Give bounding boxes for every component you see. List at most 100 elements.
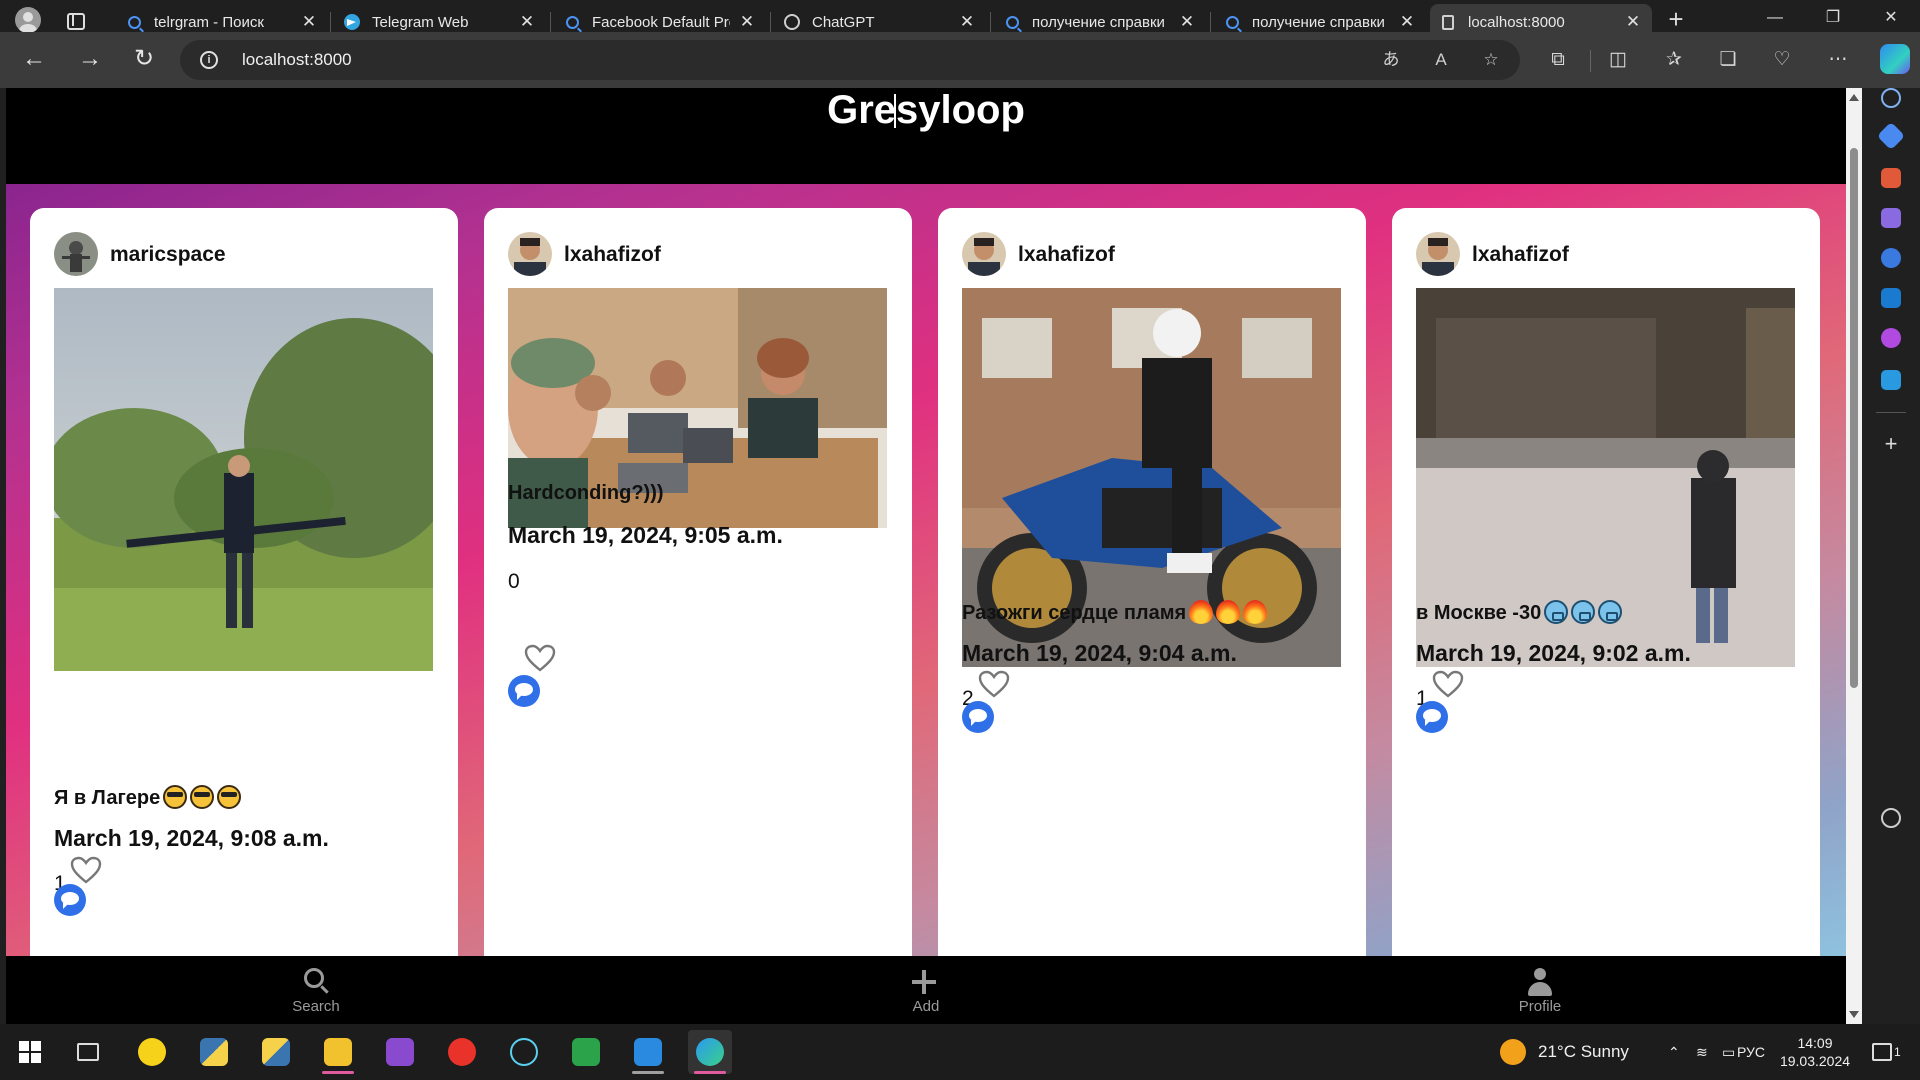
taskbar-app-react[interactable] bbox=[502, 1030, 546, 1074]
close-tab-icon[interactable]: ✕ bbox=[1398, 13, 1416, 31]
post-photo[interactable] bbox=[54, 288, 433, 671]
close-tab-icon[interactable]: ✕ bbox=[1624, 13, 1642, 31]
site-info-icon[interactable]: i bbox=[200, 51, 218, 69]
show-hidden-icons-chevron[interactable]: ⌃ bbox=[1668, 1024, 1680, 1080]
taskbar-clock[interactable]: 14:09 19.03.2024 bbox=[1770, 1034, 1860, 1070]
comment-icon[interactable] bbox=[54, 884, 86, 916]
collections-icon[interactable]: ❏ bbox=[1716, 48, 1740, 72]
browser-profile-button[interactable] bbox=[12, 6, 44, 34]
sidebar-copilot-icon[interactable] bbox=[1881, 248, 1901, 268]
sidebar-settings-icon[interactable] bbox=[1881, 808, 1901, 828]
page-scrollbar[interactable] bbox=[1846, 88, 1862, 1024]
tab-separator bbox=[990, 12, 991, 32]
browser-sidebar: + bbox=[1862, 88, 1920, 1024]
heart-icon[interactable] bbox=[978, 670, 1010, 698]
language-indicator[interactable]: РУС bbox=[1732, 1024, 1770, 1080]
taskbar-app-downloader[interactable] bbox=[564, 1030, 608, 1074]
sidebar-add-icon[interactable]: + bbox=[1881, 433, 1901, 455]
heart-icon[interactable] bbox=[70, 856, 102, 884]
scroll-down-arrow[interactable] bbox=[1849, 1011, 1859, 1018]
close-window-button[interactable]: ✕ bbox=[1862, 0, 1920, 36]
back-button[interactable]: ← bbox=[18, 44, 50, 76]
user-avatar[interactable] bbox=[1416, 232, 1460, 276]
username[interactable]: lxahafizof bbox=[564, 243, 661, 267]
tab-separator bbox=[1210, 12, 1211, 32]
read-aloud-icon[interactable]: A bbox=[1430, 49, 1452, 71]
wifi-icon[interactable]: ≋ bbox=[1696, 1024, 1708, 1080]
comment-icon[interactable] bbox=[508, 675, 540, 707]
task-view-button[interactable] bbox=[66, 1030, 110, 1074]
scroll-up-arrow[interactable] bbox=[1849, 94, 1859, 101]
taskbar-app-visual-studio[interactable] bbox=[378, 1030, 422, 1074]
copilot-icon[interactable] bbox=[1880, 44, 1910, 74]
sunglasses-emoji-icon bbox=[190, 785, 215, 809]
sidebar-search-icon[interactable] bbox=[1881, 88, 1901, 108]
extensions-icon[interactable]: ⧉ bbox=[1546, 48, 1570, 72]
nav-search[interactable]: Search bbox=[256, 964, 376, 1015]
sidebar-designer-icon[interactable] bbox=[1881, 328, 1901, 348]
close-tab-icon[interactable]: ✕ bbox=[518, 13, 536, 31]
tab-title: получение справки bbox=[1032, 13, 1165, 31]
username[interactable]: maricspace bbox=[110, 243, 226, 267]
close-tab-icon[interactable]: ✕ bbox=[300, 13, 318, 31]
sidebar-tools-icon[interactable] bbox=[1881, 168, 1901, 188]
user-avatar[interactable] bbox=[962, 232, 1006, 276]
user-avatar[interactable] bbox=[54, 232, 98, 276]
python-icon bbox=[200, 1038, 228, 1066]
forward-button[interactable]: → bbox=[74, 44, 106, 76]
weather-text: 21°C Sunny bbox=[1538, 1042, 1629, 1061]
nav-profile-label: Profile bbox=[1518, 998, 1562, 1015]
taskbar-app-explorer[interactable] bbox=[316, 1030, 360, 1074]
taskbar-app-python[interactable] bbox=[192, 1030, 236, 1074]
post-caption: Hardconding?))) bbox=[508, 482, 664, 504]
username[interactable]: lxahafizof bbox=[1472, 243, 1569, 267]
comment-icon[interactable] bbox=[962, 701, 994, 733]
search-icon bbox=[564, 14, 580, 30]
minimize-button[interactable]: — bbox=[1746, 0, 1804, 36]
nav-profile[interactable]: Profile bbox=[1480, 964, 1600, 1015]
translate-icon[interactable]: あ bbox=[1380, 49, 1402, 71]
taskbar-app-vscode[interactable] bbox=[626, 1030, 670, 1074]
taskbar-app-edge[interactable] bbox=[688, 1030, 732, 1074]
sidebar-games-icon[interactable] bbox=[1881, 208, 1901, 228]
favorites-icon[interactable]: ✰ bbox=[1662, 48, 1686, 72]
refresh-button[interactable]: ↻ bbox=[128, 44, 160, 76]
favorite-star-icon[interactable]: ☆ bbox=[1480, 49, 1502, 71]
heart-icon[interactable] bbox=[524, 644, 556, 672]
post-card: lxahafizof Hardconding?))) March 19, 202… bbox=[484, 208, 912, 1024]
close-tab-icon[interactable]: ✕ bbox=[958, 13, 976, 31]
restore-button[interactable]: ❐ bbox=[1804, 0, 1862, 36]
notification-center-button[interactable]: 1 bbox=[1872, 1024, 1901, 1080]
page-icon bbox=[1440, 14, 1456, 30]
split-screen-icon[interactable]: ◫ bbox=[1606, 48, 1630, 72]
like-count: 0 bbox=[508, 570, 520, 593]
tab-actions-icon[interactable] bbox=[62, 8, 88, 32]
close-tab-icon[interactable]: ✕ bbox=[1178, 13, 1196, 31]
comment-icon[interactable] bbox=[1416, 701, 1448, 733]
weather-widget[interactable]: 21°C Sunny bbox=[1500, 1024, 1629, 1080]
taskbar-app-python-ide[interactable] bbox=[254, 1030, 298, 1074]
sidebar-shopping-icon[interactable] bbox=[1876, 121, 1906, 151]
close-tab-icon[interactable]: ✕ bbox=[738, 13, 756, 31]
nav-add[interactable]: Add bbox=[866, 964, 986, 1015]
url-text[interactable]: localhost:8000 bbox=[242, 50, 352, 70]
settings-more-icon[interactable]: ⋯ bbox=[1826, 48, 1850, 72]
toolbar-divider bbox=[1590, 50, 1591, 72]
user-avatar[interactable] bbox=[508, 232, 552, 276]
address-bar[interactable]: i localhost:8000 あ A ☆ bbox=[180, 40, 1520, 80]
task-view-icon bbox=[77, 1043, 99, 1061]
sidebar-outlook-icon[interactable] bbox=[1881, 288, 1901, 308]
sidebar-telegram-icon[interactable] bbox=[1881, 370, 1901, 390]
browser-essentials-icon[interactable]: ♡ bbox=[1770, 48, 1794, 72]
scrollbar-thumb[interactable] bbox=[1850, 148, 1858, 688]
start-button[interactable] bbox=[8, 1030, 52, 1074]
heart-icon[interactable] bbox=[1432, 670, 1464, 698]
yandex-browser-icon bbox=[448, 1038, 476, 1066]
username[interactable]: lxahafizof bbox=[1018, 243, 1115, 267]
new-tab-button[interactable]: + bbox=[1662, 6, 1690, 34]
post-date: March 19, 2024, 9:02 a.m. bbox=[1416, 640, 1691, 666]
taskbar-app-yandex-browser[interactable] bbox=[440, 1030, 484, 1074]
notification-count: 1 bbox=[1894, 1045, 1901, 1059]
post-date: March 19, 2024, 9:08 a.m. bbox=[54, 825, 329, 851]
taskbar-app-yandex-music[interactable] bbox=[130, 1030, 174, 1074]
